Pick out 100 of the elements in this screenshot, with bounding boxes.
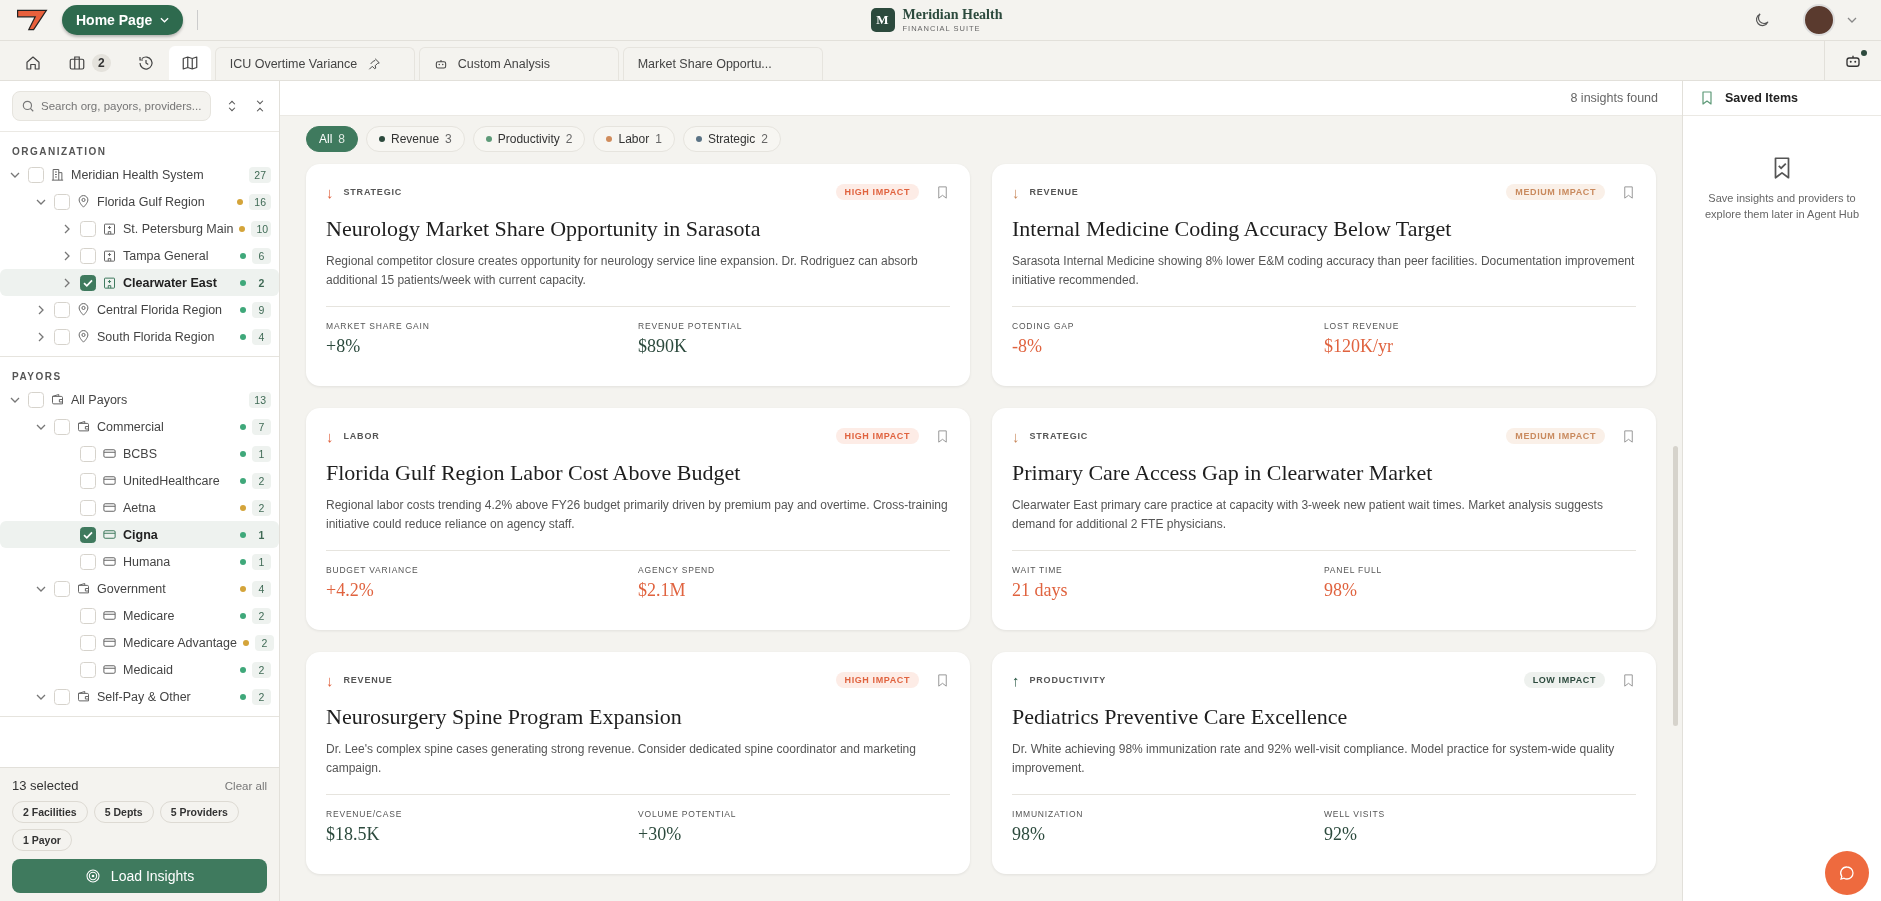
- tree-item-label: Central Florida Region: [97, 302, 224, 317]
- impact-badge: LOW IMPACT: [1523, 672, 1605, 688]
- tree-item[interactable]: St. Petersburg Main 10: [0, 215, 279, 242]
- insight-card[interactable]: [306, 164, 970, 386]
- tree-item[interactable]: Self-Pay & Other 2: [0, 683, 279, 710]
- count-badge: 2: [252, 607, 271, 624]
- tree-item-label: UnitedHealthcare: [123, 473, 221, 488]
- filter-chip[interactable]: Productivity 2: [472, 126, 586, 152]
- moon-icon[interactable]: [1753, 11, 1771, 29]
- hospital-icon: [102, 248, 117, 263]
- card-description: Dr. Lee's complex spine cases generating strong revenue. Consider dedicated spine coordinator and marketing campaign.: [326, 740, 950, 795]
- briefcase-icon: [68, 54, 86, 72]
- credit-card-icon: [102, 635, 117, 650]
- chat-button[interactable]: [1825, 851, 1869, 895]
- insight-card[interactable]: [992, 652, 1656, 874]
- selection-count: 13 selected: [12, 778, 79, 793]
- filter-chip[interactable]: Strategic 2: [682, 126, 781, 152]
- tree-item[interactable]: Humana 1: [0, 548, 279, 575]
- bookmark-icon[interactable]: [935, 428, 950, 444]
- count-badge: 1: [252, 445, 271, 462]
- scrollbar[interactable]: [1673, 446, 1678, 726]
- search-field[interactable]: Search org, payors, providers...: [12, 91, 211, 121]
- metric-value: $120K/yr: [1324, 336, 1394, 357]
- tab-label: Market Share Opportu...: [637, 57, 772, 71]
- insight-card[interactable]: [306, 408, 970, 630]
- tree-item[interactable]: Meridian Health System 27: [0, 161, 279, 188]
- impact-badge: HIGH IMPACT: [835, 428, 919, 444]
- insight-card[interactable]: [992, 408, 1656, 630]
- bookmark-icon[interactable]: [935, 184, 950, 200]
- page-tab[interactable]: Custom Analysis: [418, 47, 619, 80]
- count-badge: 4: [252, 328, 271, 345]
- tree-item[interactable]: Cigna 1: [0, 521, 279, 548]
- category-label: PRODUCTIVITY: [1029, 675, 1107, 685]
- bookmark-icon[interactable]: [935, 672, 950, 688]
- bookmark-icon[interactable]: [1621, 428, 1636, 444]
- metric-label: PANEL FULL: [1324, 565, 1384, 575]
- count-badge: 10: [251, 220, 271, 237]
- tree-item[interactable]: Medicare 2: [0, 602, 279, 629]
- card-title: Neurosurgery Spine Program Expansion: [326, 704, 683, 730]
- clear-all-link[interactable]: Clear all: [224, 779, 267, 792]
- tree-item[interactable]: Tampa General 6: [0, 242, 279, 269]
- count-badge: 4: [252, 580, 271, 597]
- page-tab[interactable]: Market Share Opportu...: [622, 47, 823, 80]
- impact-badge: MEDIUM IMPACT: [1506, 184, 1605, 200]
- pin-icon[interactable]: [367, 57, 382, 71]
- metric-value: 92%: [1324, 824, 1358, 845]
- tree-item[interactable]: All Payors 13: [0, 386, 279, 413]
- tree-item[interactable]: Florida Gulf Region 16: [0, 188, 279, 215]
- history-icon: [136, 54, 155, 72]
- chat-bubble-icon: [1838, 864, 1856, 882]
- card-description: Regional labor costs trending 4.2% above FY26 budget primarily driven by premium pay and overtime. Cross-training initiative could reduce reliance on agency staff.: [326, 496, 950, 551]
- card-description: Clearwater East primary care practice at capacity with 3-week new patient wait times. Market analysis suggests demand for additional 2 FTE physicians.: [1012, 496, 1636, 551]
- tree-item[interactable]: Aetna 2: [0, 494, 279, 521]
- tree-item-label: Meridian Health System: [71, 167, 205, 182]
- checkbox[interactable]: [80, 274, 96, 291]
- filter-chip[interactable]: Revenue 3: [366, 126, 465, 152]
- load-insights-button[interactable]: Load Insights: [12, 859, 267, 893]
- chevron-icon[interactable]: [36, 304, 46, 315]
- metric-label: WAIT TIME: [1012, 565, 1064, 575]
- avatar[interactable]: [1803, 4, 1835, 36]
- map-tab[interactable]: [168, 46, 211, 80]
- tree-item[interactable]: UnitedHealthcare 2: [0, 467, 279, 494]
- filter-chip[interactable]: All 8: [306, 126, 359, 152]
- page-tab[interactable]: ICU Overtime Variance: [214, 47, 415, 80]
- location-pin-icon: [76, 194, 91, 209]
- checkbox[interactable]: [80, 526, 96, 543]
- saved-items-title: Saved Items: [1725, 91, 1798, 105]
- tree-item[interactable]: BCBS 1: [0, 440, 279, 467]
- building-icon: [50, 167, 65, 182]
- insight-card[interactable]: [992, 164, 1656, 386]
- home-page-button[interactable]: Home Page: [62, 5, 184, 35]
- wallet-icon: [76, 689, 91, 704]
- chevron-icon[interactable]: [62, 277, 72, 288]
- tree-item[interactable]: Clearwater East 2: [0, 269, 279, 296]
- chevron-icon[interactable]: [62, 250, 72, 261]
- tree-item[interactable]: South Florida Region 4: [0, 323, 279, 350]
- chevron-down-icon[interactable]: [1847, 17, 1857, 23]
- target-icon: [84, 868, 101, 884]
- category-label: STRATEGIC: [1029, 431, 1089, 441]
- tree-item[interactable]: Medicare Advantage 2: [0, 629, 279, 656]
- count-badge: 6: [252, 247, 271, 264]
- metric-label: REVENUE POTENTIAL: [638, 321, 744, 331]
- chevron-icon[interactable]: [62, 223, 72, 234]
- tree-item[interactable]: Medicaid 2: [0, 656, 279, 683]
- bookmark-icon[interactable]: [1621, 184, 1636, 200]
- tree-item-label: Florida Gulf Region: [97, 194, 206, 209]
- wallet-icon: [50, 392, 65, 407]
- filter-chip[interactable]: Labor 1: [593, 126, 675, 152]
- briefcase-tab[interactable]: 2: [56, 46, 123, 80]
- insight-card[interactable]: [306, 652, 970, 874]
- count-badge: 9: [252, 301, 271, 318]
- metric-value: +8%: [326, 336, 362, 357]
- card-title: Pediatrics Preventive Care Excellence: [1012, 704, 1349, 730]
- tree-item[interactable]: Commercial 7: [0, 413, 279, 440]
- bookmark-icon[interactable]: [1621, 672, 1636, 688]
- tree-item[interactable]: Government 4: [0, 575, 279, 602]
- tree-item-label: Cigna: [123, 527, 159, 542]
- credit-card-icon: [102, 662, 117, 677]
- chevron-icon[interactable]: [36, 331, 46, 342]
- tree-item[interactable]: Central Florida Region 9: [0, 296, 279, 323]
